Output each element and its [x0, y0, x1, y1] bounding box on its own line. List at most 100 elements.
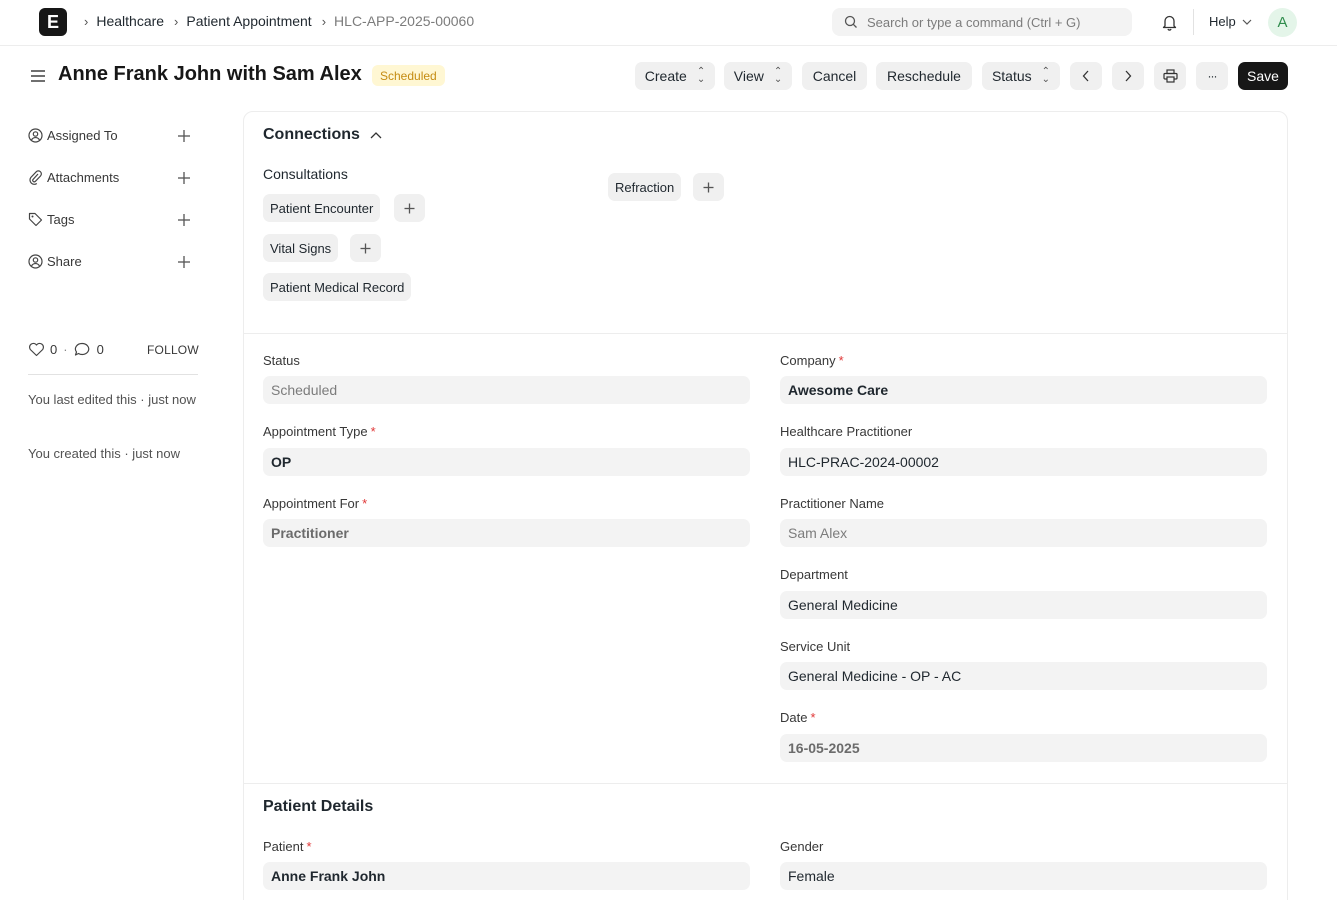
- plus-icon: [360, 243, 371, 253]
- add-refraction-button[interactable]: [693, 173, 724, 201]
- page-title: Anne Frank John with Sam Alex: [58, 63, 362, 85]
- required-mark: *: [362, 496, 368, 511]
- view-button[interactable]: View ⌃ ⌄: [724, 62, 792, 90]
- plus-icon: [703, 182, 714, 192]
- add-vital-signs-button[interactable]: [350, 234, 381, 262]
- company-label: Company *: [780, 353, 844, 368]
- healthcare-practitioner-label: Healthcare Practitioner: [780, 424, 913, 439]
- follow-button[interactable]: FOLLOW: [147, 343, 199, 357]
- consultations-group-label: Consultations: [263, 166, 348, 182]
- chevron-right-icon: ›: [321, 13, 327, 29]
- more-actions-button[interactable]: ···: [1196, 62, 1228, 90]
- section-divider: [244, 783, 1287, 784]
- create-button[interactable]: Create ⌃ ⌄: [635, 62, 715, 90]
- required-mark: *: [306, 839, 312, 854]
- form-card: [243, 111, 1288, 900]
- created-text: You created this · just now: [28, 446, 180, 461]
- sidebar-item-label: Tags: [47, 212, 75, 227]
- print-button[interactable]: [1154, 62, 1186, 90]
- save-button[interactable]: Save: [1238, 62, 1288, 90]
- status-button[interactable]: Status ⌃ ⌄: [982, 62, 1060, 90]
- sidebar-item-share[interactable]: Share: [28, 254, 82, 269]
- service-unit-field[interactable]: General Medicine - OP - AC: [780, 662, 1267, 690]
- tag-icon: [28, 212, 43, 227]
- paperclip-icon: [29, 170, 42, 185]
- practitioner-name-field[interactable]: Sam Alex: [780, 519, 1267, 547]
- add-patient-encounter-button[interactable]: [394, 194, 425, 222]
- appointment-type-label: Appointment Type *: [263, 424, 376, 439]
- sidebar-toggle-icon[interactable]: [30, 68, 46, 84]
- connection-patient-encounter[interactable]: Patient Encounter: [263, 194, 381, 222]
- separator-dot: ·: [63, 342, 68, 357]
- avatar[interactable]: A: [1268, 8, 1297, 37]
- sidebar-item-label: Attachments: [47, 170, 120, 185]
- heart-icon[interactable]: [28, 342, 45, 357]
- appointment-for-label: Appointment For *: [263, 496, 368, 511]
- connection-patient-medical-record[interactable]: Patient Medical Record: [263, 273, 412, 301]
- healthcare-practitioner-field[interactable]: HLC-PRAC-2024-00002: [780, 448, 1267, 476]
- add-assignee-icon[interactable]: [177, 129, 191, 143]
- create-label: Create: [644, 68, 687, 84]
- required-mark: *: [810, 710, 816, 725]
- date-field[interactable]: 16-05-2025: [780, 734, 1267, 762]
- sidebar-item-label: Share: [47, 254, 82, 269]
- connection-refraction[interactable]: Refraction: [608, 173, 682, 201]
- add-share-icon[interactable]: [177, 255, 191, 269]
- sort-caret-icon: ⌃ ⌄: [696, 66, 706, 85]
- breadcrumb-current[interactable]: HLC-APP-2025-00060: [334, 13, 474, 29]
- add-attachment-icon[interactable]: [177, 171, 191, 185]
- patient-field[interactable]: Anne Frank John: [263, 862, 750, 890]
- required-mark: *: [370, 424, 376, 439]
- reschedule-button[interactable]: Reschedule: [876, 62, 972, 90]
- chevron-right-icon: ›: [84, 13, 89, 29]
- printer-icon: [1162, 69, 1178, 83]
- chevron-right-icon: ›: [174, 13, 179, 29]
- sidebar-item-assigned-to[interactable]: Assigned To: [28, 128, 118, 143]
- breadcrumb-healthcare[interactable]: Healthcare: [96, 13, 164, 29]
- add-tag-icon[interactable]: [177, 213, 191, 227]
- status-badge: Scheduled: [372, 65, 445, 86]
- service-unit-label: Service Unit: [780, 639, 851, 654]
- gender-field[interactable]: Female: [780, 862, 1267, 890]
- last-edited-text: You last edited this · just now: [28, 392, 196, 407]
- connections-heading: Connections: [263, 126, 360, 143]
- connection-vital-signs[interactable]: Vital Signs: [263, 234, 339, 262]
- navbar: E › Healthcare › Patient Appointment › H…: [0, 0, 1337, 46]
- appointment-for-field[interactable]: Practitioner: [263, 519, 750, 547]
- gender-label: Gender: [780, 839, 824, 854]
- like-count: 0: [50, 342, 58, 357]
- sort-caret-icon: ⌃ ⌄: [1041, 66, 1051, 85]
- engagement-stats: 0 · 0: [28, 342, 104, 357]
- plus-icon: [404, 203, 415, 213]
- sidebar-item-tags[interactable]: Tags: [28, 212, 74, 227]
- sidebar-item-attachments[interactable]: Attachments: [28, 170, 119, 185]
- notification-bell-icon[interactable]: [1161, 13, 1178, 31]
- search-input[interactable]: Search or type a command (Ctrl + G): [832, 8, 1132, 36]
- search-placeholder: Search or type a command (Ctrl + G): [867, 14, 1081, 30]
- department-label: Department: [780, 567, 848, 582]
- status-field[interactable]: Scheduled: [263, 376, 750, 404]
- chevron-left-icon: [1082, 70, 1089, 82]
- previous-button[interactable]: [1070, 62, 1102, 90]
- next-button[interactable]: [1112, 62, 1144, 90]
- divider: [1193, 9, 1194, 35]
- company-field[interactable]: Awesome Care: [780, 376, 1267, 404]
- status-label: Status: [263, 353, 300, 368]
- required-mark: *: [838, 353, 844, 368]
- divider: [28, 374, 198, 375]
- appointment-type-field[interactable]: OP: [263, 448, 750, 476]
- patient-label: Patient *: [263, 839, 312, 854]
- chevron-right-icon: [1125, 70, 1132, 82]
- search-icon: [844, 15, 857, 28]
- chevron-down-icon: [1242, 19, 1252, 25]
- connections-section-toggle[interactable]: Connections: [263, 126, 382, 144]
- sort-caret-icon: ⌃ ⌄: [773, 66, 783, 85]
- section-divider: [244, 333, 1287, 334]
- help-dropdown[interactable]: Help: [1209, 14, 1252, 29]
- app-logo[interactable]: E: [39, 8, 67, 36]
- breadcrumb-patient-appointment[interactable]: Patient Appointment: [186, 13, 311, 29]
- comment-icon[interactable]: [74, 342, 90, 357]
- department-field[interactable]: General Medicine: [780, 591, 1267, 619]
- cancel-button[interactable]: Cancel: [802, 62, 867, 90]
- date-label: Date *: [780, 710, 816, 725]
